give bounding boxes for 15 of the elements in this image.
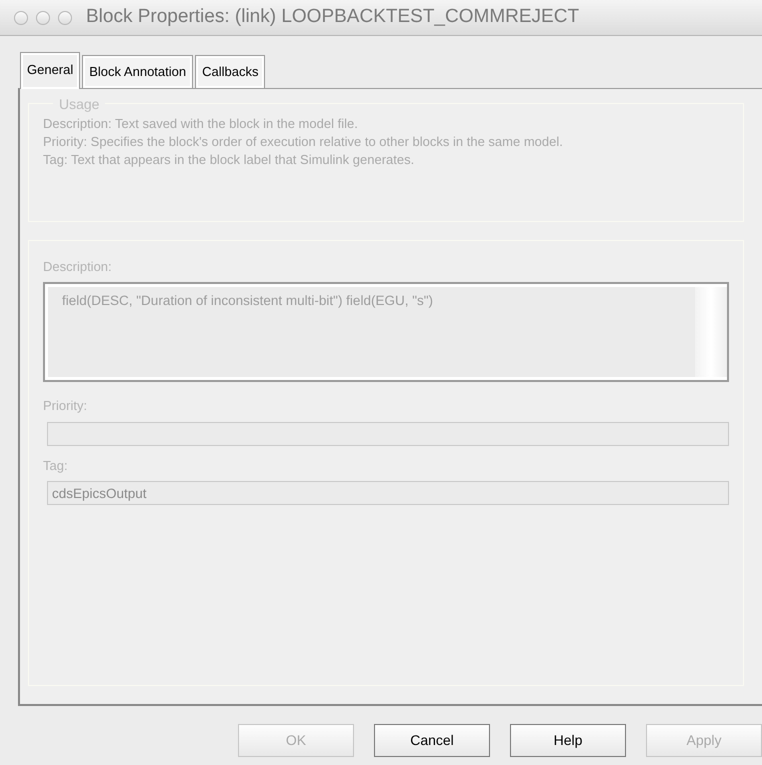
help-text: Tag: Text that appears in the block label that Simulink generates. (43, 150, 416, 168)
minimize-window-button[interactable] (36, 10, 50, 24)
dialog-button[interactable]: Help (510, 724, 626, 757)
field-label: Tag: (43, 456, 69, 475)
tab[interactable]: General (20, 52, 80, 88)
help-text: Description: Text saved with the block in the model file. (43, 114, 359, 132)
window-title: Block Properties: (link) LOOPBACKTEST_COMMREJECT (86, 5, 580, 30)
dialog-button[interactable]: Cancel (374, 724, 490, 757)
field-label: Priority: (43, 397, 88, 415)
tab[interactable]: Block Annotation (82, 55, 194, 88)
help-text: Priority: Specifies the block's order of execution relative to other blocks in the same model. (43, 132, 564, 150)
close-window-button[interactable] (14, 10, 28, 24)
field-label: Description: (43, 258, 113, 276)
zoom-window-button[interactable] (58, 10, 72, 24)
tab[interactable]: Callbacks (195, 55, 266, 88)
